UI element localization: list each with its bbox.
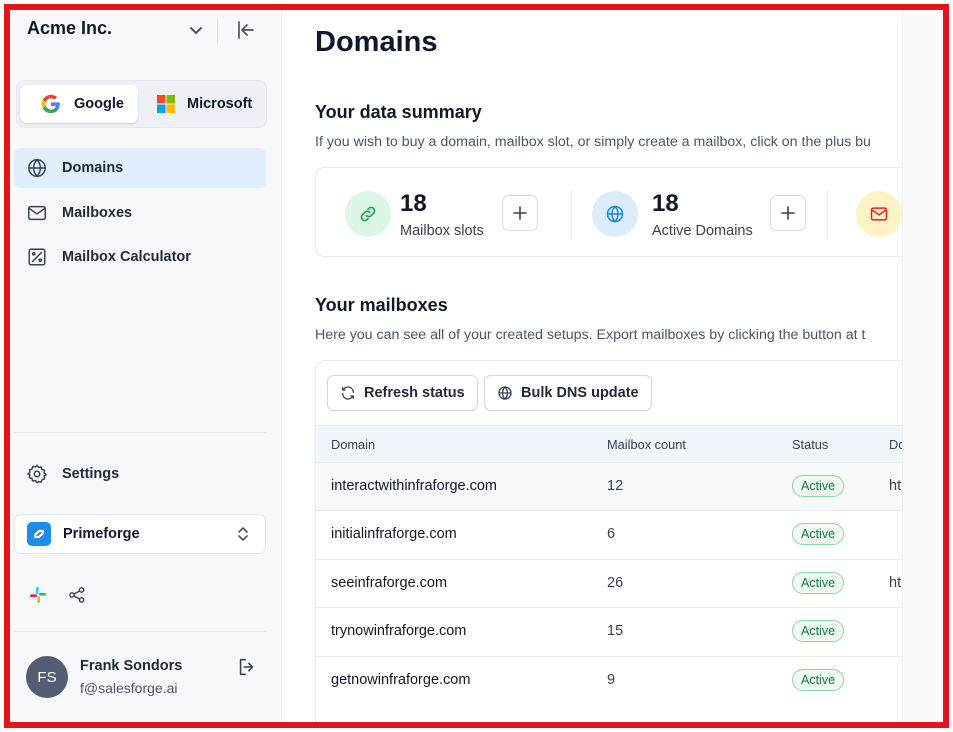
add-mailbox-slot-button[interactable]: [502, 195, 538, 231]
stat-value: 18: [652, 190, 679, 217]
slack-icon[interactable]: [27, 584, 49, 606]
globe-icon: [592, 191, 638, 237]
user-email: f@salesforge.ai: [80, 680, 178, 696]
divider: [217, 18, 218, 44]
status-badge: Active: [792, 523, 845, 545]
mailboxes-table: Refresh status Bulk DNS update Domain Ma…: [315, 360, 902, 722]
mailbox-count-cell: 26: [607, 575, 624, 591]
domain-cell: getnowinfraforge.com: [331, 672, 471, 688]
microsoft-logo-icon: [157, 95, 175, 113]
provider-microsoft-label: Microsoft: [187, 96, 253, 112]
divider: [571, 190, 572, 240]
sidebar-item-label: Mailbox Calculator: [62, 249, 191, 265]
sidebar-item-label: Mailboxes: [62, 205, 133, 221]
provider-google-label: Google: [74, 96, 124, 112]
summary-card: 18 Mailbox slots 18 Active Domains: [315, 167, 902, 257]
gear-icon: [26, 463, 48, 485]
provider-toggle: Google Microsoft: [16, 80, 267, 128]
sidebar: Acme Inc. Google Microsoft Domains Mailb…: [10, 10, 282, 722]
chevron-updown-icon: [238, 527, 248, 541]
refresh-icon: [342, 386, 354, 400]
app-window: Acme Inc. Google Microsoft Domains Mailb…: [10, 10, 943, 722]
domain-cell: initialinfraforge.com: [331, 526, 457, 542]
avatar[interactable]: FS: [26, 656, 68, 698]
mailboxes-subtitle: Here you can see all of your created set…: [315, 327, 866, 343]
divider: [827, 190, 828, 240]
divider: [14, 631, 266, 632]
divider: [14, 432, 266, 433]
main-content: Domains Your data summary If you wish to…: [282, 10, 902, 722]
sidebar-item-settings[interactable]: Settings: [14, 454, 266, 494]
plus-icon: [781, 206, 795, 220]
table-header: Domain Mailbox count Status Do: [316, 425, 902, 462]
column-header-status[interactable]: Status: [792, 437, 828, 452]
collapse-sidebar-icon[interactable]: [234, 18, 258, 42]
highlight-frame: Acme Inc. Google Microsoft Domains Mailb…: [4, 4, 949, 728]
status-badge: Active: [792, 475, 845, 497]
sidebar-item-label: Settings: [62, 466, 120, 482]
status-badge: Active: [792, 669, 845, 691]
globe-icon: [26, 157, 48, 179]
mailbox-count-cell: 9: [607, 672, 616, 688]
sidebar-item-mailboxes[interactable]: Mailboxes: [14, 193, 266, 233]
domain-cell: interactwithinfraforge.com: [331, 478, 498, 494]
plus-icon: [513, 206, 527, 220]
mailbox-count-cell: 12: [607, 478, 624, 494]
user-name: Frank Sondors: [80, 658, 183, 674]
add-domain-button[interactable]: [770, 195, 806, 231]
provider-google-button[interactable]: Google: [20, 85, 138, 123]
mailboxes-title: Your mailboxes: [315, 295, 448, 315]
mailbox-count-cell: 15: [607, 623, 624, 639]
table-row[interactable]: seeinfraforge.com 26 Active ht: [316, 559, 902, 607]
column-header-dns[interactable]: Do: [889, 437, 902, 452]
scroll-gutter: [902, 10, 943, 722]
share-icon[interactable]: [66, 584, 88, 606]
column-header-mailbox-count[interactable]: Mailbox count: [607, 437, 686, 452]
logout-icon[interactable]: [236, 656, 258, 678]
google-logo-icon: [41, 94, 60, 114]
mail-icon: [26, 202, 48, 224]
domain-cell: seeinfraforge.com: [331, 575, 448, 591]
summary-subtitle: If you wish to buy a domain, mailbox slo…: [315, 134, 871, 150]
table-row[interactable]: interactwithinfraforge.com 12 Active ht: [316, 462, 902, 510]
dns-cell: ht: [889, 478, 902, 494]
sidebar-item-mailbox-calculator[interactable]: Mailbox Calculator: [14, 237, 266, 277]
bulk-dns-update-label: Bulk DNS update: [521, 385, 639, 401]
bulk-dns-update-button[interactable]: Bulk DNS update: [484, 375, 652, 411]
primeforge-logo: [27, 522, 51, 546]
globe-icon: [498, 386, 512, 400]
sidebar-item-domains[interactable]: Domains: [14, 148, 266, 188]
provider-microsoft-button[interactable]: Microsoft: [141, 85, 265, 123]
stat-label: Active Domains: [652, 223, 753, 239]
table-row[interactable]: getnowinfraforge.com 9 Active: [316, 656, 902, 704]
stat-value: 18: [400, 190, 427, 217]
stat-label: Mailbox slots: [400, 223, 484, 239]
mail-icon: [856, 191, 902, 237]
workspace-label: Primeforge: [63, 526, 140, 542]
mailbox-count-cell: 6: [607, 526, 616, 542]
link-icon: [345, 191, 391, 237]
status-badge: Active: [792, 620, 845, 642]
refresh-status-label: Refresh status: [364, 385, 465, 401]
chevron-down-icon[interactable]: [186, 20, 206, 40]
sidebar-item-label: Domains: [62, 160, 124, 176]
dns-cell: ht: [889, 575, 902, 591]
workspace-switcher[interactable]: Primeforge: [14, 514, 266, 554]
column-header-domain[interactable]: Domain: [331, 437, 375, 452]
status-badge: Active: [792, 572, 845, 594]
domain-cell: trynowinfraforge.com: [331, 623, 467, 639]
table-row[interactable]: trynowinfraforge.com 15 Active: [316, 607, 902, 655]
summary-title: Your data summary: [315, 102, 482, 122]
refresh-status-button[interactable]: Refresh status: [327, 375, 478, 411]
org-name[interactable]: Acme Inc.: [27, 18, 112, 39]
table-row[interactable]: initialinfraforge.com 6 Active: [316, 510, 902, 558]
page-title: Domains: [315, 26, 438, 58]
calculator-icon: [26, 246, 48, 268]
